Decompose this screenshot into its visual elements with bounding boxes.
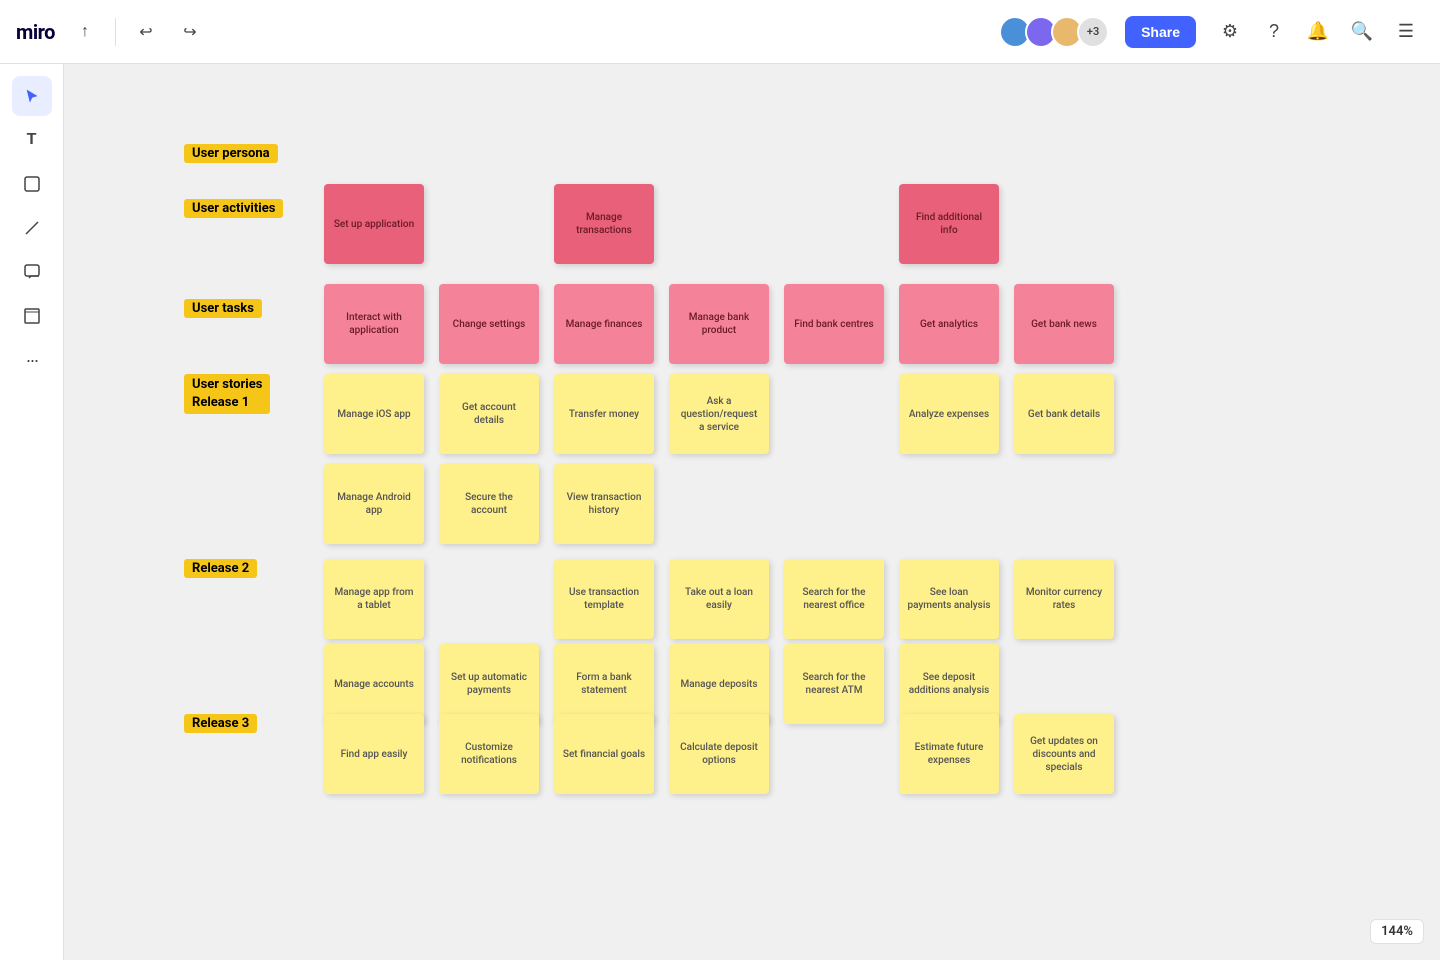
top-bar: miro ↑ ↩ ↪ +3 Share ⚙ ? 🔔 🔍 ☰ — [0, 0, 1440, 64]
canvas: User persona User activities User tasks … — [64, 64, 1440, 960]
topbar-right: +3 Share ⚙ ? 🔔 🔍 ☰ — [999, 14, 1424, 50]
miro-logo: miro — [16, 20, 55, 44]
sticky-use-transaction-template[interactable]: Use transaction template — [554, 559, 654, 639]
sticky-manage-accounts[interactable]: Manage accounts — [324, 644, 424, 724]
sticky-manage-finances[interactable]: Manage finances — [554, 284, 654, 364]
divider-1 — [115, 18, 116, 46]
sticky-set-up-automatic-payments[interactable]: Set up automatic payments — [439, 644, 539, 724]
share-button[interactable]: Share — [1125, 16, 1196, 48]
sticky-view-transaction-history[interactable]: View transaction history — [554, 464, 654, 544]
sticky-manage-android-app[interactable]: Manage Android app — [324, 464, 424, 544]
sticky-analyze-expenses[interactable]: Analyze expenses — [899, 374, 999, 454]
sticky-tool[interactable] — [12, 164, 52, 204]
label-user-stories-r1: User stories Release 1 — [184, 374, 270, 414]
sticky-see-deposit-additions[interactable]: See deposit additions analysis — [899, 644, 999, 724]
left-toolbar: T ··· — [0, 64, 64, 960]
label-user-tasks: User tasks — [184, 299, 262, 318]
sticky-transfer-money[interactable]: Transfer money — [554, 374, 654, 454]
notification-icon-button[interactable]: 🔔 — [1300, 14, 1336, 50]
upload-button[interactable]: ↑ — [67, 14, 103, 50]
sticky-manage-bank-product[interactable]: Manage bank product — [669, 284, 769, 364]
label-user-activities: User activities — [184, 199, 283, 218]
sticky-find-bank-centres[interactable]: Find bank centres — [784, 284, 884, 364]
sticky-interact-with-app[interactable]: Interact with application — [324, 284, 424, 364]
sticky-ask-question[interactable]: Ask a question/request a service — [669, 374, 769, 454]
sticky-take-out-loan[interactable]: Take out a loan easily — [669, 559, 769, 639]
sticky-manage-ios-app[interactable]: Manage iOS app — [324, 374, 424, 454]
sticky-form-bank-statement[interactable]: Form a bank statement — [554, 644, 654, 724]
undo-button[interactable]: ↩ — [128, 14, 164, 50]
comment-tool[interactable] — [12, 252, 52, 292]
sticky-search-nearest-office[interactable]: Search for the nearest office — [784, 559, 884, 639]
sticky-calculate-deposit-options[interactable]: Calculate deposit options — [669, 714, 769, 794]
zoom-indicator: 144% — [1370, 919, 1424, 944]
sticky-search-nearest-atm[interactable]: Search for the nearest ATM — [784, 644, 884, 724]
sticky-secure-account[interactable]: Secure the account — [439, 464, 539, 544]
more-tools[interactable]: ··· — [12, 340, 52, 380]
avatar-group: +3 — [999, 16, 1109, 48]
sticky-get-updates-discounts[interactable]: Get updates on discounts and specials — [1014, 714, 1114, 794]
pen-tool[interactable] — [12, 208, 52, 248]
label-release-3: Release 3 — [184, 714, 257, 733]
text-tool[interactable]: T — [12, 120, 52, 160]
label-release-2: Release 2 — [184, 559, 257, 578]
sticky-manage-app-tablet[interactable]: Manage app from a tablet — [324, 559, 424, 639]
sticky-find-app-easily[interactable]: Find app easily — [324, 714, 424, 794]
sticky-get-analytics[interactable]: Get analytics — [899, 284, 999, 364]
sticky-see-loan-payments[interactable]: See loan payments analysis — [899, 559, 999, 639]
canvas-content: User persona User activities User tasks … — [184, 144, 1184, 944]
sticky-get-bank-news[interactable]: Get bank news — [1014, 284, 1114, 364]
panel-icon-button[interactable]: ☰ — [1388, 14, 1424, 50]
sticky-find-additional-info[interactable]: Find additional info — [899, 184, 999, 264]
avatar-count: +3 — [1077, 16, 1109, 48]
sticky-get-account-details[interactable]: Get account details — [439, 374, 539, 454]
sticky-estimate-future-expenses[interactable]: Estimate future expenses — [899, 714, 999, 794]
label-user-persona: User persona — [184, 144, 278, 163]
sticky-change-settings[interactable]: Change settings — [439, 284, 539, 364]
sticky-manage-deposits[interactable]: Manage deposits — [669, 644, 769, 724]
sticky-set-up-application[interactable]: Set up application — [324, 184, 424, 264]
settings-icon-button[interactable]: ⚙ — [1212, 14, 1248, 50]
sticky-set-financial-goals[interactable]: Set financial goals — [554, 714, 654, 794]
search-icon-button[interactable]: 🔍 — [1344, 14, 1380, 50]
redo-button[interactable]: ↪ — [172, 14, 208, 50]
cursor-tool[interactable] — [12, 76, 52, 116]
sticky-customize-notifications[interactable]: Customize notifications — [439, 714, 539, 794]
sticky-get-bank-details[interactable]: Get bank details — [1014, 374, 1114, 454]
sticky-manage-transactions[interactable]: Manage transactions — [554, 184, 654, 264]
frame-tool[interactable] — [12, 296, 52, 336]
sticky-monitor-currency-rates[interactable]: Monitor currency rates — [1014, 559, 1114, 639]
help-icon-button[interactable]: ? — [1256, 14, 1292, 50]
